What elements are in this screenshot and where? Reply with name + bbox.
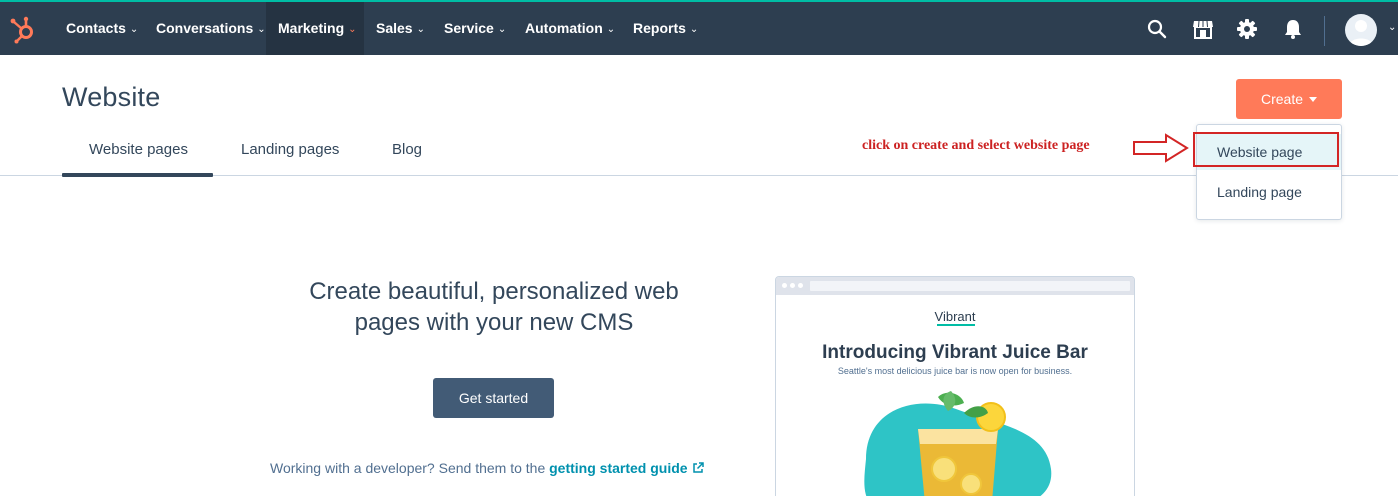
- nav-conversations[interactable]: Conversations ⌄: [144, 2, 278, 55]
- chevron-down-icon[interactable]: ⌄: [1388, 22, 1396, 33]
- menu-item-website-page[interactable]: Website page: [1197, 134, 1341, 170]
- chevron-down-icon: ⌄: [129, 24, 139, 35]
- settings-icon[interactable]: [1236, 18, 1258, 40]
- developer-hint: Working with a developer? Send them to t…: [270, 460, 704, 476]
- cms-preview-card: Vibrant Introducing Vibrant Juice Bar Se…: [775, 276, 1135, 496]
- nav-contacts[interactable]: Contacts ⌄: [54, 2, 150, 55]
- tab-blog[interactable]: Blog: [392, 141, 422, 158]
- tab-website-pages[interactable]: Website pages: [89, 141, 188, 158]
- browser-dot: [782, 283, 787, 288]
- nav-reports[interactable]: Reports ⌄: [621, 2, 710, 55]
- external-link-icon[interactable]: [692, 462, 704, 474]
- tab-landing-pages[interactable]: Landing pages: [241, 141, 339, 158]
- nav-service[interactable]: Service ⌄: [432, 2, 518, 55]
- nav-sales-label: Sales: [376, 20, 413, 36]
- headline-line-2: pages with your new CMS: [354, 309, 634, 336]
- chevron-down-icon: ⌄: [606, 24, 616, 35]
- headline-line-1: Create beautiful, personalized web: [309, 278, 679, 305]
- nav-marketing[interactable]: Marketing ⌄: [266, 2, 364, 55]
- browser-chrome-bar: [776, 277, 1134, 295]
- nav-reports-label: Reports: [633, 20, 686, 36]
- chevron-down-icon: ⌄: [416, 24, 425, 35]
- hubspot-logo-icon[interactable]: [8, 14, 38, 44]
- nav-sales[interactable]: Sales ⌄: [364, 2, 437, 55]
- top-navigation-bar: Contacts ⌄ Conversations ⌄ Marketing ⌄ Sale…: [0, 0, 1398, 55]
- chevron-down-icon: ⌄: [257, 24, 266, 35]
- nav-marketing-label: Marketing: [278, 20, 345, 36]
- chevron-down-icon: ⌄: [689, 24, 699, 35]
- annotation-text: click on create and select website page: [862, 138, 1090, 153]
- search-icon[interactable]: [1146, 18, 1168, 40]
- active-tab-indicator: [62, 173, 213, 177]
- create-dropdown-menu: Website page Landing page: [1196, 124, 1342, 220]
- annotation-arrow-icon: [1133, 133, 1189, 163]
- developer-hint-text: Working with a developer? Send them to t…: [270, 460, 550, 476]
- chevron-down-icon: ⌄: [348, 24, 357, 35]
- nav-automation[interactable]: Automation ⌄: [513, 2, 627, 55]
- create-button-label: Create: [1260, 91, 1304, 107]
- nav-contacts-label: Contacts: [66, 20, 126, 36]
- browser-dot: [790, 283, 795, 288]
- brand-underline: [937, 324, 975, 326]
- user-avatar[interactable]: [1345, 14, 1377, 46]
- browser-url-bar: [810, 281, 1130, 291]
- browser-dot: [798, 283, 803, 288]
- preview-brand: Vibrant: [934, 309, 976, 324]
- chevron-down-icon: ⌄: [497, 24, 507, 35]
- marketplace-icon[interactable]: [1192, 18, 1214, 40]
- nav-service-label: Service: [444, 20, 494, 36]
- create-button[interactable]: Create: [1236, 79, 1342, 119]
- notifications-bell-icon[interactable]: [1282, 18, 1304, 40]
- empty-state-headline: Create beautiful, personalized web pages…: [284, 276, 704, 338]
- nav-divider: [1324, 16, 1325, 46]
- menu-item-landing-page[interactable]: Landing page: [1197, 174, 1341, 210]
- caret-down-icon: [1309, 97, 1318, 102]
- get-started-button[interactable]: Get started: [433, 378, 554, 418]
- user-silhouette-icon: [1349, 20, 1373, 46]
- juice-glass-illustration: [864, 391, 1052, 496]
- preview-hero-subtitle: Seattle's most delicious juice bar is no…: [837, 366, 1073, 376]
- nav-conversations-label: Conversations: [156, 20, 254, 36]
- preview-hero-title: Introducing Vibrant Juice Bar: [822, 342, 1088, 363]
- nav-automation-label: Automation: [525, 20, 603, 36]
- page-title: Website: [62, 82, 161, 112]
- getting-started-guide-link[interactable]: getting started guide: [549, 460, 687, 476]
